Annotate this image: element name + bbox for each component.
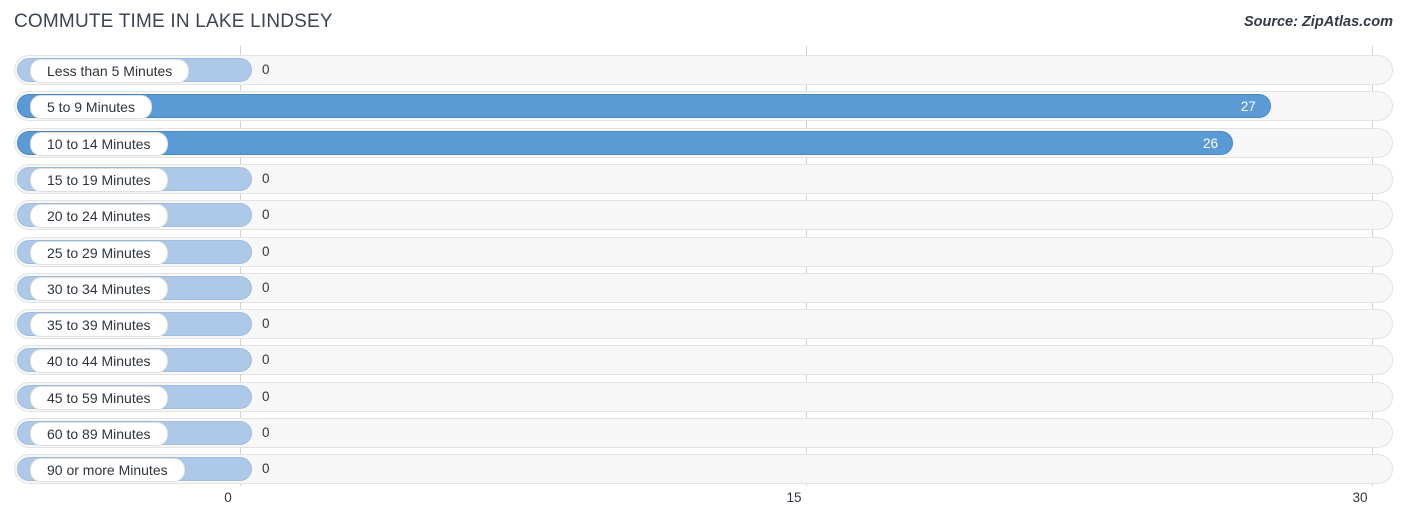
category-label: 25 to 29 Minutes bbox=[30, 240, 168, 265]
category-label: 5 to 9 Minutes bbox=[30, 95, 152, 120]
category-label: 40 to 44 Minutes bbox=[30, 349, 168, 374]
bar-3[interactable]: 26 bbox=[17, 130, 1234, 155]
bar-row: 0 45 to 59 Minutes bbox=[0, 381, 1406, 412]
bar-row: 0 Less than 5 Minutes bbox=[0, 55, 1406, 85]
category-label: 10 to 14 Minutes bbox=[30, 131, 168, 156]
category-label: 35 to 39 Minutes bbox=[30, 313, 168, 338]
bar-value-label: 0 bbox=[262, 316, 270, 332]
category-label: 20 to 24 Minutes bbox=[30, 204, 168, 229]
chart-container: COMMUTE TIME IN LAKE LINDSEY Source: Zip… bbox=[0, 0, 1406, 523]
category-label: 45 to 59 Minutes bbox=[30, 385, 168, 410]
category-label: 15 to 19 Minutes bbox=[30, 167, 168, 192]
bar-row: 0 90 or more Minutes bbox=[0, 454, 1406, 485]
category-label: 90 or more Minutes bbox=[30, 458, 185, 483]
x-tick-15: 15 bbox=[786, 490, 802, 505]
bar-row: 0 15 to 19 Minutes bbox=[0, 163, 1406, 194]
bar-value-label: 0 bbox=[262, 170, 270, 186]
category-label: Less than 5 Minutes bbox=[30, 59, 190, 83]
x-axis: 0 15 30 bbox=[0, 486, 1406, 523]
bar-row: 0 35 to 39 Minutes bbox=[0, 309, 1406, 340]
bar-value-label: 0 bbox=[262, 62, 270, 77]
bar-row: 0 40 to 44 Minutes bbox=[0, 345, 1406, 376]
bar-row: 0 20 to 24 Minutes bbox=[0, 200, 1406, 231]
bar-value-label: 0 bbox=[262, 243, 270, 259]
bar-value-label: 0 bbox=[262, 461, 270, 477]
x-tick-30: 30 bbox=[1352, 490, 1368, 505]
source-attribution: Source: ZipAtlas.com bbox=[1243, 14, 1393, 30]
bar-row: 0 30 to 34 Minutes bbox=[0, 272, 1406, 303]
bar-value-label: 0 bbox=[262, 425, 270, 440]
bar-row: 26 10 to 14 Minutes bbox=[0, 127, 1406, 158]
bar-row: 0 25 to 29 Minutes bbox=[0, 236, 1406, 267]
bar-value-label: 27 bbox=[1240, 99, 1256, 115]
bar-value-label: 26 bbox=[1203, 135, 1219, 151]
bar-value-label: 0 bbox=[262, 388, 270, 404]
bar-value-label: 0 bbox=[262, 279, 270, 295]
x-tick-0: 0 bbox=[224, 490, 232, 505]
plot-area: 0 Less than 5 Minutes 27 5 to 9 Minutes 26 10… bbox=[0, 46, 1406, 486]
bar-row: 27 5 to 9 Minutes bbox=[0, 91, 1406, 122]
page-title: COMMUTE TIME IN LAKE LINDSEY bbox=[14, 11, 333, 32]
bar-row: 0 60 to 89 Minutes bbox=[0, 418, 1406, 448]
bar-value-label: 0 bbox=[262, 352, 270, 368]
bar-value-label: 0 bbox=[262, 207, 270, 223]
category-label: 30 to 34 Minutes bbox=[30, 276, 168, 301]
category-label: 60 to 89 Minutes bbox=[30, 422, 168, 446]
bar-2[interactable]: 27 bbox=[17, 94, 1271, 119]
